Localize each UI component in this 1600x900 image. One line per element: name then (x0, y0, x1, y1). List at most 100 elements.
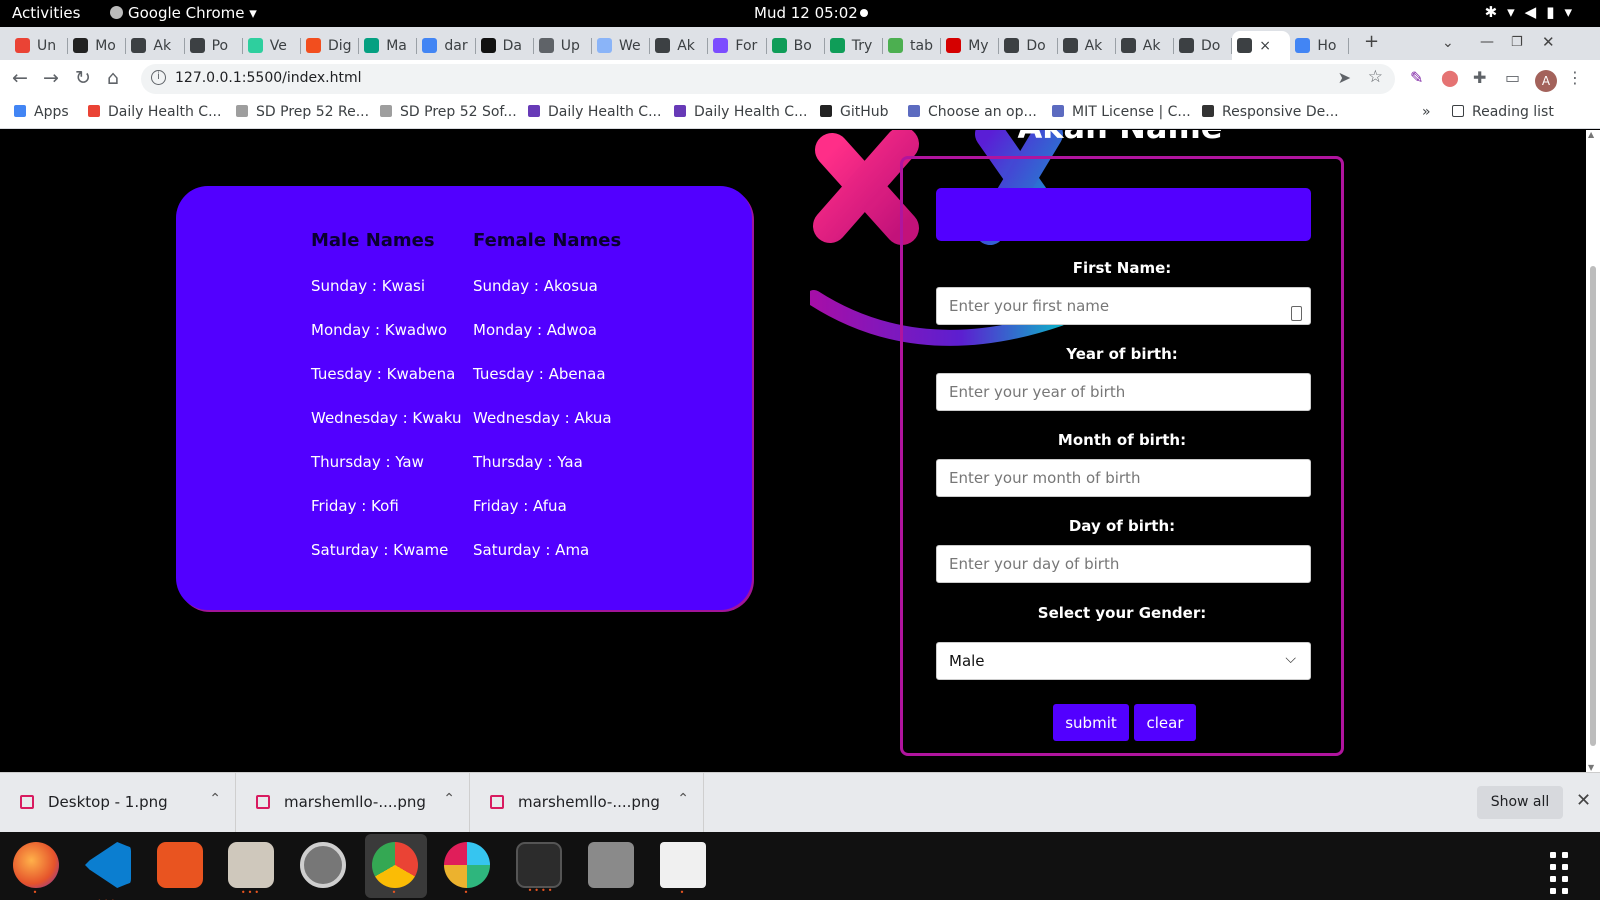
browser-tab[interactable]: Do (1174, 31, 1233, 60)
bookmark-item[interactable]: GitHub (820, 104, 889, 120)
browser-tab[interactable]: tab (883, 31, 942, 60)
close-tab-icon[interactable]: × (1259, 38, 1271, 54)
forward-icon[interactable]: → (43, 67, 59, 89)
clear-button[interactable]: clear (1134, 704, 1196, 741)
extensions-puzzle-icon[interactable]: ✚ (1473, 68, 1486, 87)
browser-tab[interactable]: Da (476, 31, 534, 60)
akan-names-card: Male Names Sunday : Kwasi Monday : Kwadw… (176, 186, 752, 610)
chrome-menu-icon[interactable]: ⋮ (1567, 68, 1583, 87)
browser-tab[interactable]: Ak (1058, 31, 1116, 60)
browser-tab[interactable]: Ho (1290, 31, 1349, 60)
bookmarks-overflow-icon[interactable]: » (1422, 104, 1431, 120)
scrollbar-thumb[interactable] (1590, 266, 1596, 746)
back-icon[interactable]: ← (12, 67, 28, 89)
bookmark-item[interactable]: Apps (14, 104, 69, 120)
browser-tab[interactable]: Mo (68, 31, 127, 60)
software-center-icon[interactable] (157, 842, 203, 888)
browser-tab[interactable]: Ak (650, 31, 709, 60)
day-of-birth-input[interactable] (936, 545, 1311, 583)
new-tab-button[interactable]: + (1364, 31, 1379, 52)
browser-tab[interactable]: dar (417, 31, 476, 60)
scroll-down-icon[interactable]: ▼ (1588, 763, 1594, 772)
download-item[interactable]: Desktop - 1.png ⌃ (0, 773, 236, 833)
submit-button[interactable]: submit (1053, 704, 1129, 741)
reading-list-button[interactable]: Reading list (1452, 104, 1554, 120)
tab-favicon-icon (597, 38, 612, 53)
download-item[interactable]: marshemllo-....png ⌃ (470, 773, 704, 833)
bookmark-item[interactable]: Responsive De... (1202, 104, 1339, 120)
download-item[interactable]: marshemllo-....png ⌃ (236, 773, 470, 833)
browser-tab[interactable]: Ma (359, 31, 418, 60)
scroll-up-icon[interactable]: ▲ (1588, 130, 1594, 139)
extension-record-icon[interactable]: ⬤ (1441, 68, 1459, 87)
terminal-icon[interactable]: •••• (516, 842, 562, 895)
browser-tab[interactable]: Po (185, 31, 243, 60)
tab-strip: Un Mo Ak Po Ve Dig Ma dar Da Up We Ak For Bo Try tab My D… (0, 27, 1600, 60)
image-viewer-icon[interactable] (588, 842, 634, 888)
extension-pen-icon[interactable]: ✎ (1410, 68, 1423, 87)
browser-tab[interactable]: For (708, 31, 767, 60)
close-window-icon[interactable]: ✕ (1542, 33, 1555, 51)
chevron-up-icon[interactable]: ⌃ (677, 791, 689, 807)
browser-tab[interactable]: We (592, 31, 651, 60)
browser-tab[interactable]: Ve (243, 31, 301, 60)
profile-avatar[interactable]: A (1535, 70, 1557, 92)
tab-search-icon[interactable]: ⌄ (1442, 35, 1454, 51)
tab-favicon-icon (1295, 38, 1311, 53)
chrome-icon[interactable]: • (372, 842, 418, 897)
browser-tab[interactable]: Un (10, 31, 69, 60)
reload-icon[interactable]: ↻ (75, 67, 91, 89)
chevron-up-icon[interactable]: ⌃ (209, 791, 221, 807)
show-applications-icon[interactable] (1548, 850, 1580, 894)
bookmark-item[interactable]: Choose an op... (908, 104, 1037, 120)
close-shelf-icon[interactable]: ✕ (1576, 790, 1591, 811)
app-menu[interactable]: Google Chrome ▾ (110, 4, 257, 22)
show-all-downloads-button[interactable]: Show all (1477, 786, 1563, 819)
page-scrollbar[interactable]: ▲ ▼ (1586, 130, 1600, 772)
vscode-icon[interactable] (85, 842, 131, 888)
home-icon[interactable]: ⌂ (107, 67, 119, 89)
cast-icon[interactable]: ▭ (1505, 68, 1520, 87)
female-name-item: Tuesday : Abenaa (473, 365, 606, 383)
site-info-icon[interactable]: i (151, 70, 166, 85)
browser-tab[interactable]: Ak (126, 31, 185, 60)
restore-icon[interactable]: ❐ (1511, 35, 1523, 50)
address-bar[interactable]: i 127.0.0.1:5500/index.html ➤ ☆ (141, 64, 1395, 94)
bookmark-item[interactable]: SD Prep 52 Sof... (380, 104, 517, 120)
browser-tab[interactable]: Bo (767, 31, 825, 60)
text-editor-icon[interactable]: • (660, 842, 706, 897)
bookmark-label: Apps (34, 104, 69, 120)
bookmark-star-icon[interactable]: ☆ (1368, 67, 1383, 87)
browser-tab[interactable]: Dig (301, 31, 360, 60)
password-key-icon[interactable] (1291, 306, 1302, 321)
bookmark-item[interactable]: Daily Health C... (88, 104, 221, 120)
minimize-icon[interactable]: — (1480, 34, 1494, 50)
bookmark-item[interactable]: MIT License | C... (1052, 104, 1191, 120)
share-icon[interactable]: ➤ (1338, 68, 1351, 87)
slack-icon[interactable]: • (444, 842, 490, 897)
address-bar-url[interactable]: 127.0.0.1:5500/index.html (175, 70, 362, 86)
system-tray[interactable]: ✱▾◀▮▾ (1485, 3, 1582, 21)
firefox-icon[interactable]: • (13, 842, 59, 897)
bookmark-item[interactable]: SD Prep 52 Re... (236, 104, 369, 120)
download-filename: marshemllo-....png (284, 793, 426, 811)
clock[interactable]: Mud 12 05:02 (754, 4, 858, 22)
bookmark-item[interactable]: Daily Health C... (674, 104, 807, 120)
settings-icon[interactable] (300, 842, 346, 888)
browser-tab[interactable]: Do (999, 31, 1058, 60)
bookmark-item[interactable]: Daily Health C... (528, 104, 661, 120)
chevron-up-icon[interactable]: ⌃ (443, 791, 455, 807)
month-of-birth-input[interactable] (936, 459, 1311, 497)
first-name-input[interactable] (936, 287, 1311, 325)
year-of-birth-input[interactable] (936, 373, 1311, 411)
tab-label: Ak (677, 37, 695, 54)
browser-tab[interactable]: My (941, 31, 1000, 60)
activities-button[interactable]: Activities (12, 4, 80, 22)
bookmark-favicon-icon (380, 105, 392, 117)
tab-active[interactable]: × (1232, 31, 1291, 60)
files-icon[interactable]: ••• (228, 842, 274, 897)
browser-tab[interactable]: Ak (1116, 31, 1174, 60)
browser-tab[interactable]: Up (534, 31, 592, 60)
browser-tab[interactable]: Try (825, 31, 883, 60)
gender-select[interactable]: Male ⌵ (936, 642, 1311, 680)
